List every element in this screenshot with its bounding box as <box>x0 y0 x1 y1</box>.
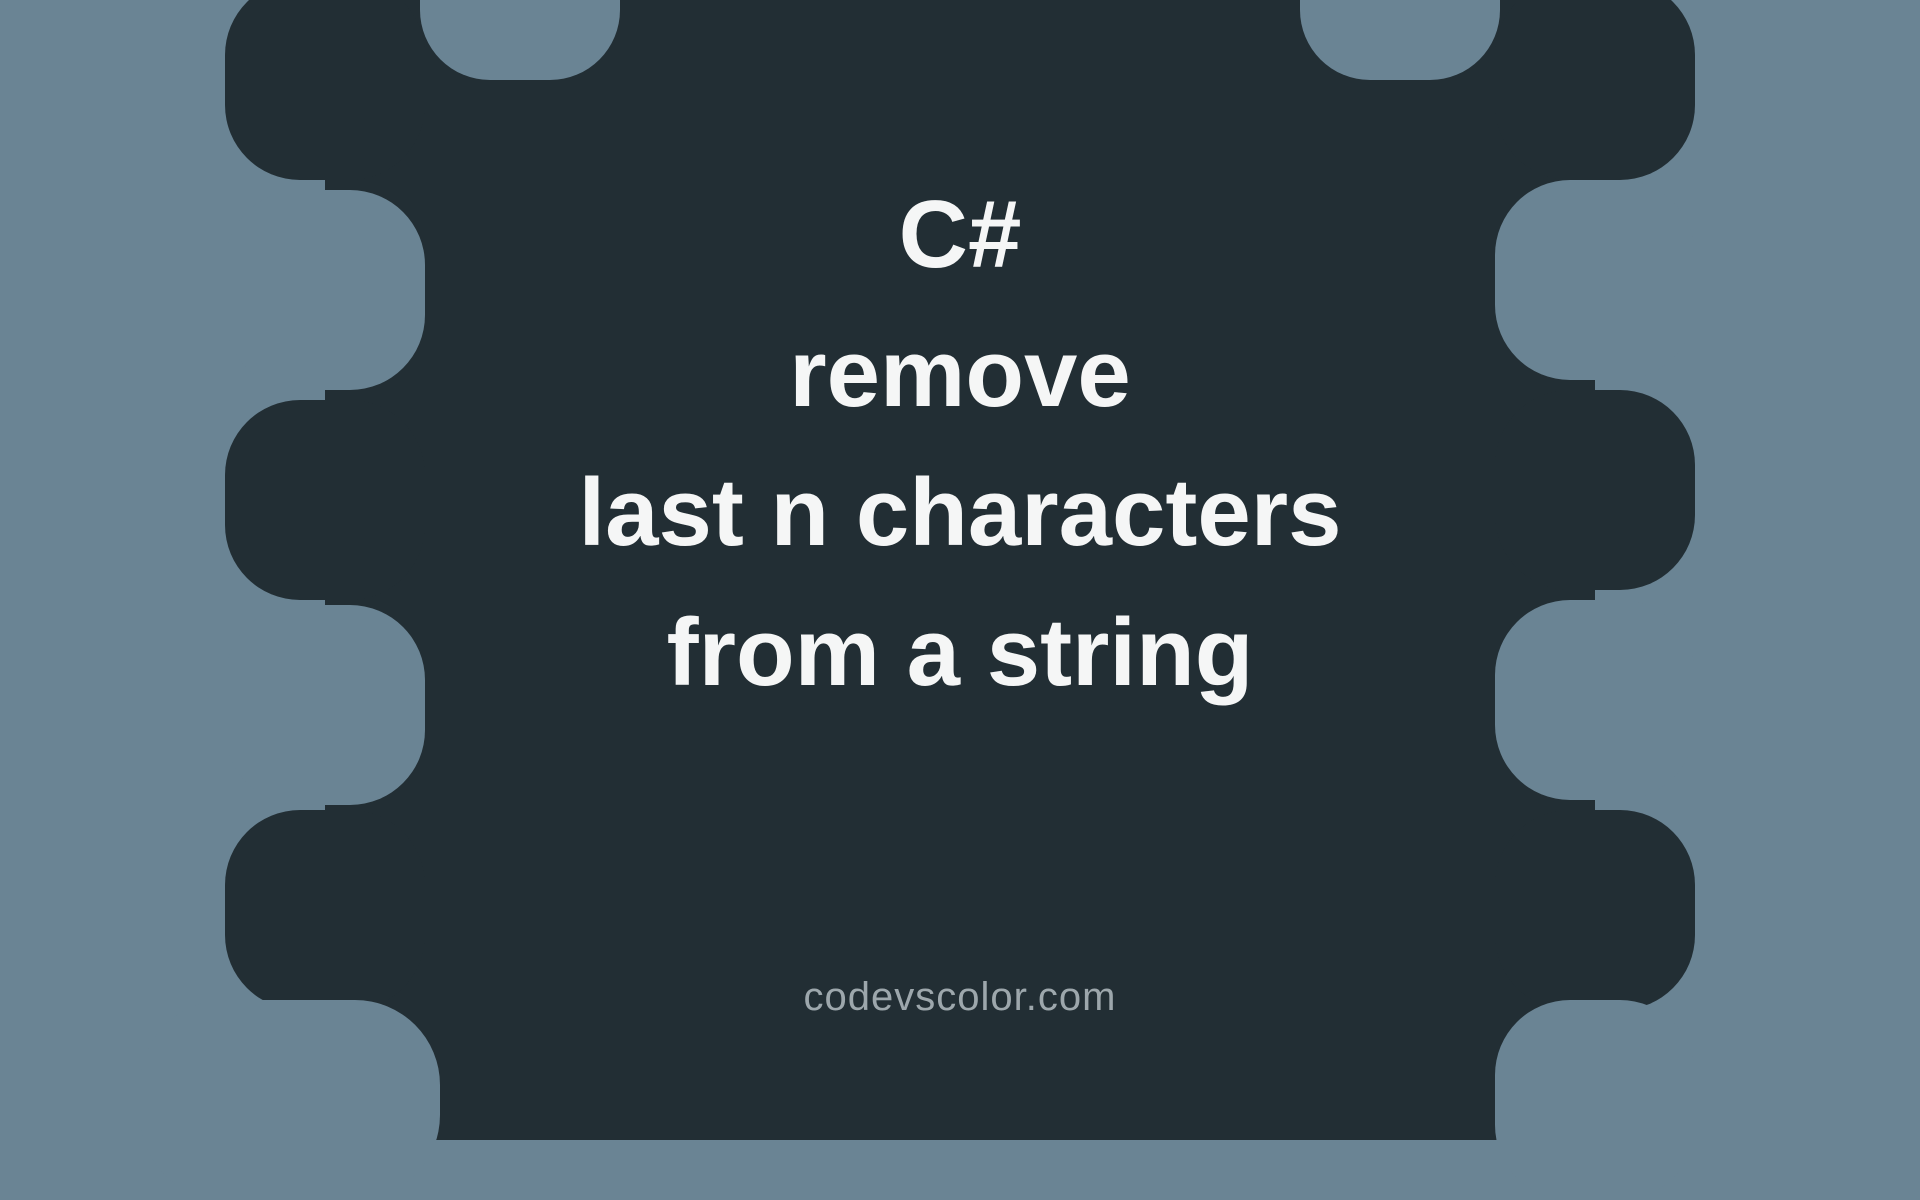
title-line-4: from a string <box>0 583 1920 722</box>
blob-inset-right <box>1495 1000 1695 1200</box>
blob-bump-right <box>1495 0 1695 180</box>
title-line-1: C# <box>0 165 1920 304</box>
blob-bump-left <box>225 810 425 1010</box>
title-line-3: last n characters <box>0 443 1920 582</box>
main-title: C# remove last n characters from a strin… <box>0 165 1920 722</box>
blob-bump-left <box>225 0 425 180</box>
title-line-2: remove <box>0 304 1920 443</box>
blob-bump-right <box>1495 810 1695 1010</box>
site-credit: codevscolor.com <box>804 975 1117 1020</box>
blob-inset-left <box>140 1000 440 1200</box>
